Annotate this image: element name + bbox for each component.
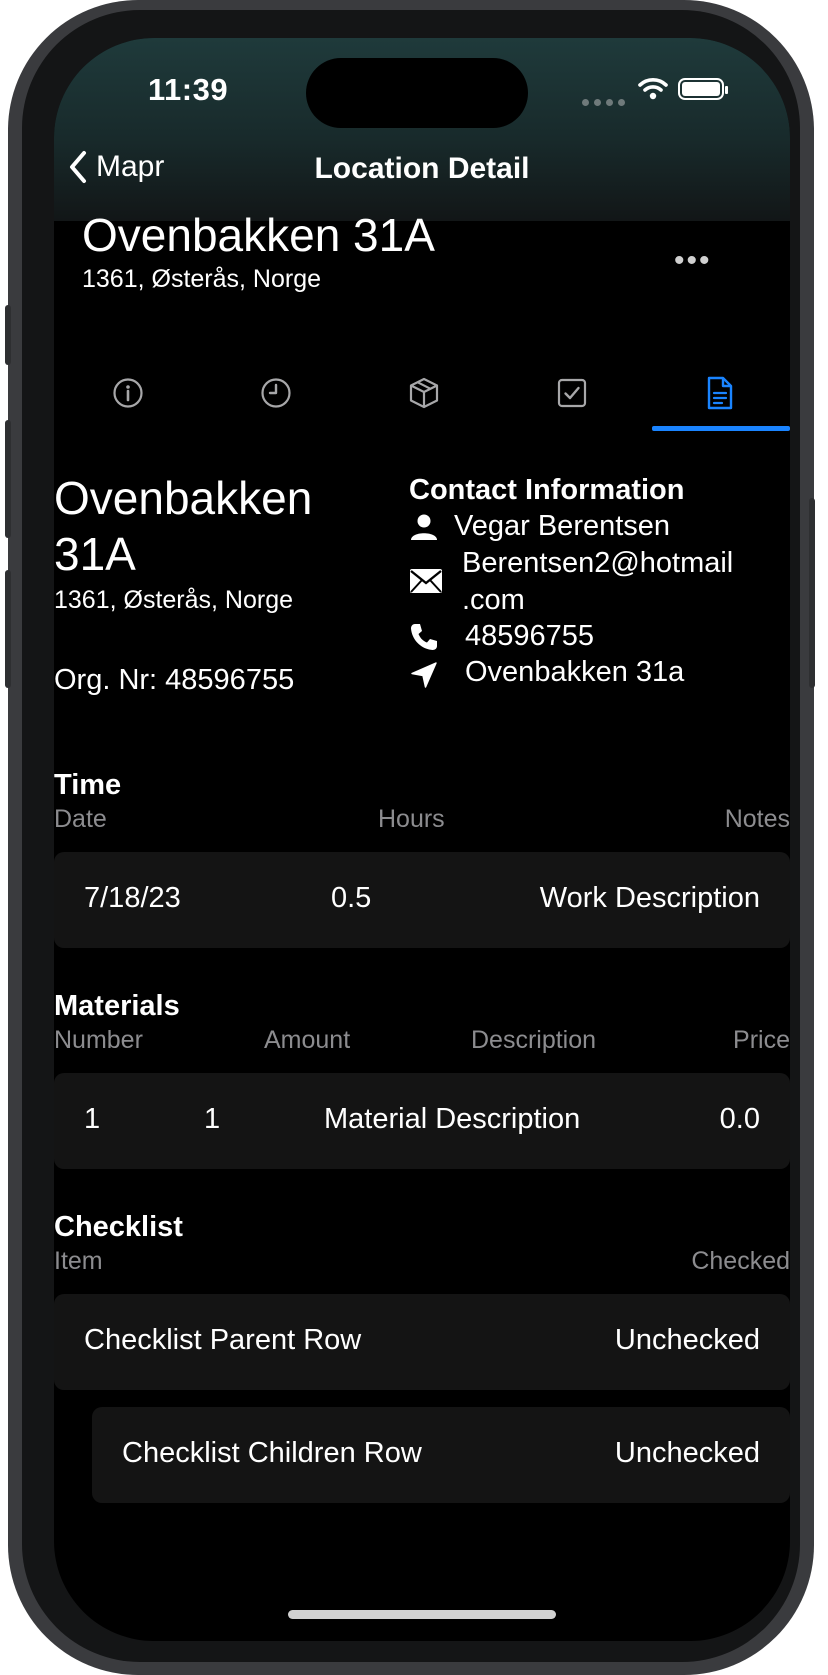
tab-materials[interactable] [350,353,498,433]
tab-info[interactable] [54,353,202,433]
header-title: Ovenbakken 31A [82,209,435,261]
home-indicator[interactable] [288,1610,556,1619]
tab-document[interactable] [646,353,790,433]
info-icon [113,378,143,408]
materials-header-description: Description [471,1026,597,1054]
time-header-hours: Hours [378,805,445,833]
contact-title: Contact Information [409,474,685,506]
volume-down-button [5,570,11,688]
checklist-header-checked: Checked [691,1247,790,1275]
contact-email[interactable]: Berentsen2@hotmail .com [462,547,733,617]
materials-header-amount: Amount [264,1026,351,1054]
material-description: Material Description [324,1103,581,1135]
checklist-title: Checklist [54,1211,183,1243]
dynamic-island [306,58,528,128]
checklist-item-label: Checklist Children Row [122,1437,422,1469]
table-row[interactable]: 1 1 Material Description 0.0 [54,1073,790,1169]
header-subtitle: 1361, Østerås, Norge [82,265,322,293]
tab-time[interactable] [202,353,350,433]
volume-up-button [5,420,11,538]
location-name-line2: 31A [54,528,136,580]
checklist-header-item: Item [54,1247,103,1275]
time-hours: 0.5 [331,882,372,914]
materials-title: Materials [54,990,180,1022]
clock-icon [261,378,291,408]
contact-name: Vegar Berentsen [454,510,671,542]
battery-icon [678,78,728,100]
envelope-icon [410,569,442,593]
table-row[interactable]: 7/18/23 0.5 Work Description [54,852,790,948]
person-icon [411,514,437,540]
document-icon [707,376,733,410]
contact-email-line1: Berentsen2@hotmail [462,547,734,579]
navigation-bar: 11:39 Mapr Location Detail [54,38,790,221]
screen: 11:39 Mapr Location Detail Ovenbakken 31… [54,38,790,1641]
time-header-notes: Notes [724,805,790,833]
materials-header-number: Number [54,1026,143,1054]
material-number: 1 [84,1103,101,1135]
time-header-date: Date [54,805,107,833]
status-time: 11:39 [148,72,229,107]
material-price: 0.0 [719,1103,760,1135]
tab-bar [54,353,790,465]
checklist-child-row[interactable]: Checklist Children Row Unchecked [92,1407,790,1503]
checkbox-icon [557,378,587,408]
contact-address[interactable]: Ovenbakken 31a [465,656,684,689]
more-options-icon[interactable]: ••• [674,244,712,278]
time-title: Time [54,769,122,801]
checklist-parent-row[interactable]: Checklist Parent Row Unchecked [54,1294,790,1390]
checklist-item-label: Checklist Parent Row [84,1324,362,1356]
time-date: 7/18/23 [84,882,181,914]
contact-phone[interactable]: 48596755 [465,620,594,653]
tab-checklist[interactable] [498,353,646,433]
checklist-item-status: Unchecked [614,1437,760,1469]
box-icon [409,377,439,409]
location-arrow-icon [411,662,437,688]
material-amount: 1 [204,1103,221,1135]
nav-title: Location Detail [314,152,530,185]
location-address: 1361, Østerås, Norge [54,586,294,614]
phone-frame: 11:39 Mapr Location Detail Ovenbakken 31… [5,0,815,1675]
location-name: Ovenbakken 31A [54,470,394,582]
org-number: Org. Nr: 48596755 [54,664,295,696]
action-button [5,305,11,365]
location-name-line1: Ovenbakken [54,472,313,524]
phone-icon [411,624,437,650]
active-tab-indicator [652,426,790,431]
wifi-icon [638,78,668,100]
cellular-signal-icon [582,93,630,111]
time-notes: Work Description [539,882,760,914]
power-button [809,498,815,688]
checklist-item-status: Unchecked [614,1324,760,1356]
contact-email-line2: .com [462,584,525,616]
materials-header-price: Price [733,1026,790,1054]
